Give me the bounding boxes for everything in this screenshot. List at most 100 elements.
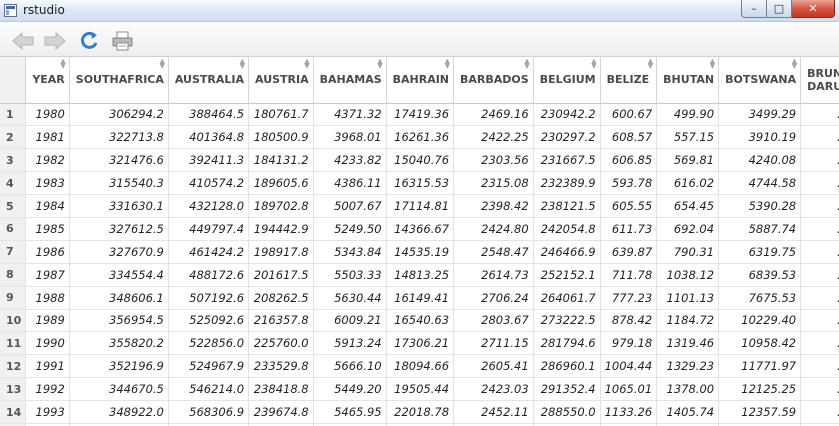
minimize-button[interactable]: – [741,0,767,18]
sort-arrows-icon[interactable]: ▲ ▼ [648,58,653,70]
table-cell: 21780.50 [800,309,839,333]
table-cell: 1184.72 [656,309,720,333]
table-cell: 331630.1 [69,194,169,218]
table-cell: 606.85 [600,148,658,173]
column-header[interactable]: BRUNEI DARUSSALAM▲▼ [800,57,839,104]
back-button[interactable] [11,31,35,51]
table-cell: 1133.26 [600,400,658,424]
row-index-cell: 9 [0,286,27,310]
table-cell: 194442.9 [248,217,314,241]
row-index-cell: 6 [0,217,27,241]
table-cell: 6319.75 [718,240,802,264]
table-cell: 388464.5 [168,103,250,127]
table-cell: 239674.8 [248,400,314,424]
table-cell: 499.90 [656,103,720,127]
table-cell: 557.15 [656,125,720,150]
table-cell: 1980 [25,103,70,127]
table-cell: 546214.0 [168,377,250,402]
table-cell: 4386.11 [313,171,387,196]
table-cell: 231667.5 [533,148,601,173]
table-cell: 5503.33 [313,263,387,287]
table-cell: 16315.53 [386,171,455,196]
table-cell: 225760.0 [248,331,314,356]
row-index-cell: 14 [0,400,27,424]
table-cell: 4233.82 [313,148,387,173]
column-header[interactable]: SOUTHAFRICA ▲ ▼ [69,57,169,104]
table-cell: 23262.56 [800,125,839,150]
sort-arrows-icon[interactable]: ▲ ▼ [792,58,797,70]
column-header[interactable]: BOTSWANA ▲ ▼ [718,57,802,104]
window-title: rstudio [23,3,65,17]
table-cell: 568306.9 [168,400,250,424]
sort-arrows-icon[interactable]: ▲ ▼ [60,58,65,70]
table-cell: 5913.24 [313,331,387,356]
sort-arrows-icon[interactable]: ▲ ▼ [377,58,382,70]
refresh-button[interactable] [78,31,102,51]
column-header[interactable]: BAHAMAS ▲ ▼ [313,57,387,104]
table-cell: 3499.29 [718,103,802,127]
column-header-label: BRUNEI DARUSSALAM [807,66,839,93]
table-cell: 2422.25 [453,125,534,150]
table-row: 1 1980 306294.2 388464.5 180761.7 4371.32 1741… [0,103,839,127]
column-header[interactable]: BELGIUM ▲ ▼ [533,57,601,104]
table-cell: 1101.13 [656,286,720,310]
table-cell: 21321.56 [800,240,839,264]
row-index-cell: 5 [0,194,27,218]
table-cell: 616.02 [656,171,720,196]
row-index-cell: 2 [0,125,27,150]
table-cell: 1982 [25,148,70,173]
column-header[interactable]: BAHRAIN ▲ ▼ [386,57,455,104]
table-cell: 5449.20 [313,377,387,402]
table-cell: 2423.03 [453,377,534,402]
table-cell: 230297.2 [533,125,601,150]
sort-arrows-icon[interactable]: ▲ ▼ [159,58,164,70]
table-cell: 5007.67 [313,194,387,218]
table-cell: 488172.6 [168,263,250,287]
table-row: 8 1987 334554.4 488172.6 201617.5 5503.33 1481… [0,263,839,287]
table-cell: 24302.85 [800,171,839,196]
table-row: 5 1984 331630.1 432128.0 189702.8 5007.67 1711… [0,194,839,218]
table-row: 12 1991 352196.9 524967.9 233529.8 5666.10 180… [0,354,839,379]
column-header[interactable]: YEAR ▲ ▼ [25,57,70,104]
table-cell: 238418.8 [248,377,314,402]
table-cell: 21387.58 [800,263,839,287]
table-cell: 777.23 [600,286,658,310]
table-cell: 16261.36 [386,125,455,150]
sort-arrows-icon[interactable]: ▲ ▼ [591,58,596,70]
table-cell: 246466.9 [533,240,601,264]
row-index-cell: 7 [0,240,27,264]
row-index-cell: 4 [0,171,27,196]
table-cell: 281794.6 [533,331,601,356]
sort-arrows-icon[interactable]: ▲ ▼ [304,58,309,70]
column-header[interactable]: AUSTRALIA ▲ ▼ [168,57,250,104]
table-cell: 252152.1 [533,263,601,287]
column-header-label: BARBADOS [460,73,529,87]
table-cell: 1329.23 [656,354,720,379]
column-header[interactable]: BELIZE ▲ ▼ [600,57,658,104]
table-cell: 17114.81 [386,194,455,218]
table-cell: 24084.85 [800,217,839,241]
viewer-toolbar [0,22,839,57]
table-cell: 315540.3 [69,171,169,196]
table-cell: 291352.4 [533,377,601,402]
table-cell: 7675.53 [718,286,802,310]
print-button[interactable] [111,31,135,51]
table-cell: 352196.9 [69,354,169,379]
table-cell: 16149.41 [386,286,455,310]
maximize-button[interactable]: □ [767,0,792,18]
table-cell: 1988 [25,286,70,310]
column-header[interactable]: BHUTAN ▲ ▼ [656,57,720,104]
forward-button[interactable] [43,31,67,51]
sort-arrows-icon[interactable]: ▲ ▼ [710,58,715,70]
table-cell: 600.67 [600,103,658,127]
table-cell: 355820.2 [69,331,169,356]
table-cell: 6009.21 [313,309,387,333]
column-header[interactable]: BARBADOS ▲ ▼ [453,57,534,104]
sort-arrows-icon[interactable]: ▲ ▼ [524,58,529,70]
row-index-header [0,57,27,104]
sort-arrows-icon[interactable]: ▲ ▼ [445,58,450,70]
table-cell: 24449.32 [800,194,839,218]
close-button[interactable]: ✕ [792,0,835,18]
column-header[interactable]: AUSTRIA ▲ ▼ [248,57,314,104]
sort-arrows-icon[interactable]: ▲ ▼ [240,58,245,70]
